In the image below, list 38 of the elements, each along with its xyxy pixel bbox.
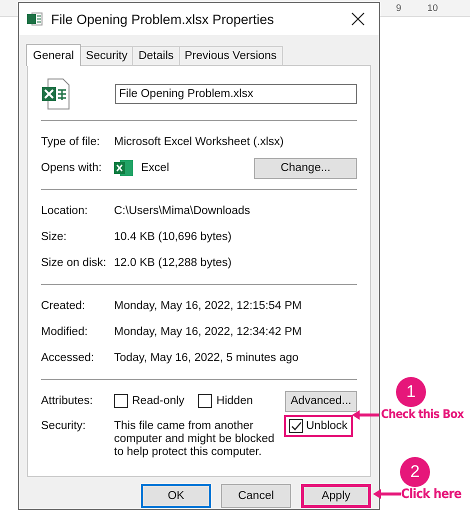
step-number-badge: 2 bbox=[400, 457, 430, 487]
dialog-button[interactable]: OK bbox=[141, 484, 211, 508]
field-value: Today, May 16, 2022, 5 minutes ago bbox=[114, 352, 299, 364]
field-value: Microsoft Excel Worksheet (.xlsx) bbox=[114, 136, 284, 148]
field-value: Excel bbox=[141, 162, 170, 174]
checkbox-label: Read-only bbox=[132, 395, 184, 407]
advanced-button[interactable]: Advanced... bbox=[285, 390, 357, 412]
field-label: Type of file: bbox=[41, 136, 101, 148]
field-label: Size on disk: bbox=[41, 257, 108, 269]
field-value: Monday, May 16, 2022, 12:34:42 PM bbox=[114, 326, 302, 338]
field-value: C:\Users\Mima\Downloads bbox=[114, 205, 250, 217]
file-name-field[interactable]: File Opening Problem.xlsx bbox=[115, 84, 357, 104]
ruler-number: 9 bbox=[396, 2, 402, 14]
field-label: Opens with: bbox=[41, 162, 103, 174]
security-message: This file came from another computer and might be blocked to help protect this computer. bbox=[114, 420, 276, 459]
field-label: Accessed: bbox=[41, 352, 96, 364]
checkbox-label: Unblock bbox=[306, 420, 348, 432]
callout-text: Click here bbox=[401, 487, 462, 502]
ruler-number: 10 bbox=[427, 2, 438, 14]
window-title: File Opening Problem.xlsx Properties bbox=[51, 12, 275, 26]
field-label: Security: bbox=[41, 420, 87, 432]
field-label: Created: bbox=[41, 300, 86, 312]
step-number-badge: 1 bbox=[396, 377, 426, 407]
checkbox-label: Hidden bbox=[216, 395, 253, 407]
field-label: Modified: bbox=[41, 326, 89, 338]
field-label: Location: bbox=[41, 205, 89, 217]
tab[interactable]: General bbox=[26, 44, 81, 66]
change-button[interactable]: Change... bbox=[254, 158, 357, 178]
field-value: Monday, May 16, 2022, 12:15:54 PM bbox=[114, 300, 302, 312]
tab[interactable]: Previous Versions bbox=[178, 46, 283, 65]
callout-text: Check this Box bbox=[381, 407, 464, 421]
field-value: 12.0 KB (12,288 bytes) bbox=[114, 257, 232, 269]
field-label: Size: bbox=[41, 231, 68, 243]
field-value: 10.4 KB (10,696 bytes) bbox=[114, 231, 232, 243]
dialog-button[interactable]: Apply bbox=[301, 484, 371, 508]
unblock-checkbox[interactable]: Unblock bbox=[284, 415, 353, 437]
field-label: Attributes: bbox=[41, 395, 94, 407]
dialog-button[interactable]: Cancel bbox=[221, 484, 291, 508]
